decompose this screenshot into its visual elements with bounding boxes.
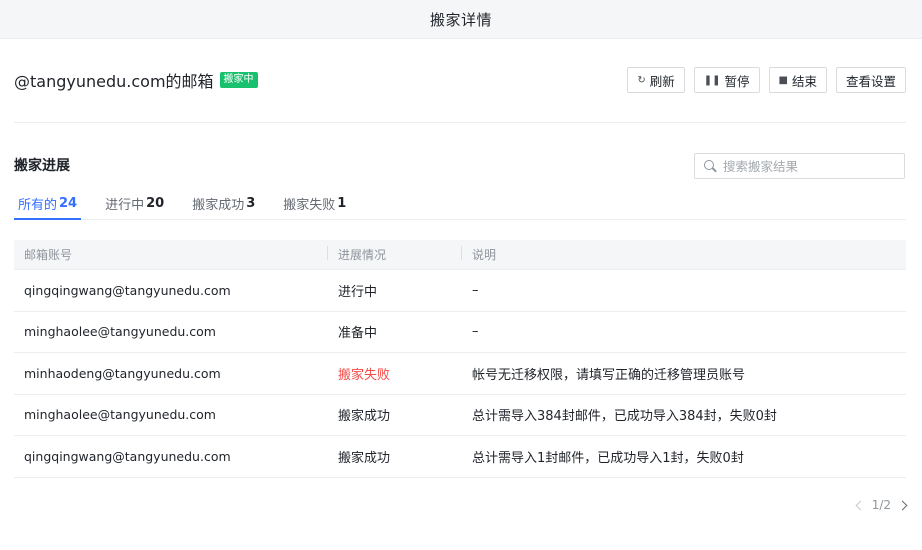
table-header: 邮箱账号 进展情况 说明 [14, 240, 906, 270]
account-cell: minghaolee@tangyunedu.com [24, 324, 216, 340]
title-bar: 搬家详情 [0, 0, 922, 39]
chevron-left-icon[interactable] [855, 500, 866, 510]
status-tabs: 所有的 24 进行中 20 搬家成功 3 搬家失败 1 [14, 188, 906, 220]
note-cell: – [472, 282, 479, 298]
pagination: 1/2 [855, 498, 908, 512]
search-icon [703, 159, 717, 173]
status-badge: 搬家中 [219, 72, 258, 88]
account-cell: qingqingwang@tangyunedu.com [24, 282, 231, 298]
status-cell: 进行中 [338, 284, 378, 300]
tab-all[interactable]: 所有的 24 [14, 188, 82, 220]
tab-label: 所有的 [18, 198, 58, 213]
note-cell: 帐号无迁移权限，请填写正确的迁移管理员账号 [472, 367, 746, 383]
status-cell: 搬家成功 [338, 409, 391, 425]
view-settings-label: 查看设置 [845, 73, 896, 89]
pause-icon: ❚❚ [703, 74, 721, 86]
tab-count: 24 [59, 196, 78, 211]
tab-count: 3 [246, 196, 256, 211]
section-title: 搬家进展 [14, 158, 70, 174]
tab-label: 进行中 [105, 198, 145, 213]
search-input[interactable] [723, 158, 893, 174]
tab-count: 1 [337, 196, 347, 211]
action-toolbar: ↻ 刷新 ❚❚ 暂停 ■ 结束 查看设置 [627, 67, 906, 93]
status-cell: 搬家失败 [338, 367, 391, 383]
status-cell: 准备中 [338, 326, 378, 342]
migration-table: 邮箱账号 进展情况 说明 qingqingwang@tangyunedu.com… [14, 240, 906, 478]
mailbox-name: @tangyunedu.com的邮箱 [14, 72, 214, 91]
pause-label: 暂停 [724, 73, 750, 89]
refresh-label: 刷新 [649, 73, 675, 89]
view-settings-button[interactable]: 查看设置 [835, 67, 906, 93]
refresh-button[interactable]: ↻ 刷新 [627, 67, 685, 93]
pause-button[interactable]: ❚❚ 暂停 [693, 67, 760, 93]
note-cell: 总计需导入1封邮件，已成功导入1封，失败0封 [472, 450, 744, 466]
stop-icon: ■ [778, 74, 788, 86]
status-cell: 搬家成功 [338, 450, 391, 466]
tab-label: 搬家失败 [283, 198, 336, 213]
tab-failed[interactable]: 搬家失败 1 [279, 188, 350, 219]
tab-succeeded[interactable]: 搬家成功 3 [188, 188, 259, 219]
end-label: 结束 [791, 73, 817, 89]
table-row: minghaolee@tangyunedu.com 准备中 – [14, 312, 906, 353]
end-button[interactable]: ■ 结束 [768, 67, 827, 93]
table-row: qingqingwang@tangyunedu.com 进行中 – [14, 270, 906, 312]
window-title: 搬家详情 [429, 10, 492, 29]
table-row: minhaodeng@tangyunedu.com 搬家失败 帐号无迁移权限，请… [14, 353, 906, 395]
column-header-note: 说明 [461, 246, 906, 263]
account-cell: qingqingwang@tangyunedu.com [24, 448, 231, 464]
tab-in-progress[interactable]: 进行中 20 [101, 188, 168, 219]
tab-label: 搬家成功 [192, 198, 245, 213]
page-indicator: 1/2 [871, 498, 891, 512]
column-header-account: 邮箱账号 [24, 248, 73, 262]
table-row: minghaolee@tangyunedu.com 搬家成功 总计需导入384封… [14, 395, 906, 436]
header-divider [14, 122, 906, 123]
note-cell: – [472, 324, 479, 340]
account-cell: minghaolee@tangyunedu.com [24, 407, 216, 423]
refresh-icon: ↻ [637, 74, 646, 86]
column-header-status: 进展情况 [327, 246, 472, 263]
search-box[interactable] [694, 153, 905, 179]
note-cell: 总计需导入384封邮件，已成功导入384封，失败0封 [472, 409, 777, 425]
chevron-right-icon[interactable] [897, 500, 908, 510]
table-row: qingqingwang@tangyunedu.com 搬家成功 总计需导入1封… [14, 436, 906, 478]
tab-count: 20 [146, 196, 165, 211]
mailbox-header: @tangyunedu.com的邮箱 搬家中 [14, 68, 258, 92]
account-cell: minhaodeng@tangyunedu.com [24, 365, 221, 381]
